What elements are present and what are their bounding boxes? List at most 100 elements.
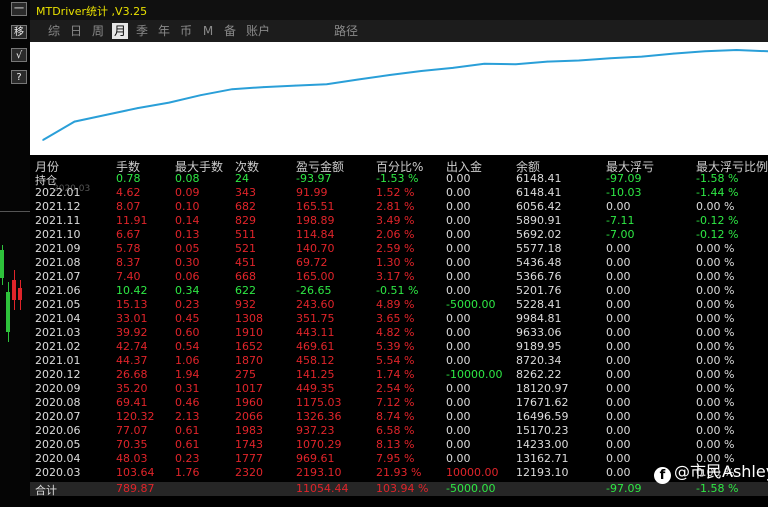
table-row[interactable]: 2020.06 77.07 0.61 1983 937.23 6.58 % 0.00 1517… [30, 424, 768, 438]
table-row[interactable]: 2021.06 10.42 0.34 622 -26.65 -0.51 % 0.00 5201… [30, 284, 768, 298]
table-row[interactable]: 2021.07 7.40 0.06 668 165.00 3.17 % 0.00 5366.7… [30, 270, 768, 284]
table-cell-deposit: 0.00 [446, 172, 471, 185]
tab-3[interactable]: 月 [112, 23, 128, 39]
table-header: 月份 手数 最大手数 次数 盈亏金额 百分比% 出入金 余额 最大浮亏 最大浮亏比例 [30, 158, 768, 174]
table-cell-deposit: 0.00 [446, 452, 471, 465]
tab-0[interactable]: 综 [46, 23, 62, 39]
table-cell-pct: 1.74 % [376, 368, 415, 381]
table-row[interactable]: 2021.01 44.37 1.06 1870 458.12 5.54 % 0.00 8720… [30, 354, 768, 368]
title-bar[interactable]: MTDriver统计 ,V3.25 [30, 0, 768, 20]
table-cell-ddpct: 0.00 % [696, 270, 735, 283]
table-cell-pnl: 969.61 [296, 452, 335, 465]
table-row[interactable]: 持仓 0.78 0.08 24 -93.97 -1.53 % 0.00 6148.41 -97.… [30, 172, 768, 187]
tab-6[interactable]: 币 [178, 23, 194, 39]
table-cell-balance: 15170.23 [516, 424, 569, 437]
table-cell-maxdd: 0.00 [606, 354, 631, 367]
equity-point [641, 55, 643, 58]
table-cell-pnl: -26.65 [296, 284, 332, 297]
table-cell-pct: 2.54 % [376, 382, 415, 395]
table-cell-deposit: 0.00 [446, 438, 471, 451]
table-cell-balance: 18120.97 [516, 382, 569, 395]
equity-point [199, 94, 202, 96]
table-cell-lots: 4.62 [116, 186, 141, 199]
table-row[interactable]: 2020.09 35.20 0.31 1017 449.35 2.54 % 0.00 1812… [30, 382, 768, 396]
table-cell-balance: 14233.00 [516, 438, 569, 451]
table-row[interactable]: 2021.11 11.91 0.14 829 198.89 3.49 % 0.00 5890.… [30, 214, 768, 228]
table-cell-maxdd: 0.00 [606, 452, 631, 465]
table-cell-count: 622 [235, 284, 256, 297]
table-row[interactable]: 2021.09 5.78 0.05 521 140.70 2.59 % 0.00 5577.1… [30, 242, 768, 256]
table-cell-month: 2021.08 [35, 256, 81, 269]
table-cell-deposit: 0.00 [446, 340, 471, 353]
tab-5[interactable]: 年 [156, 23, 172, 39]
table-cell-ddpct: 0.00 % [696, 256, 735, 269]
equity-point [704, 50, 706, 53]
table-cell-deposit: -5000.00 [446, 298, 496, 311]
table-cell-pnl: 1326.36 [296, 410, 342, 423]
table-cell-maxdd: 0.00 [606, 284, 631, 297]
table-row[interactable]: 2021.03 39.92 0.60 1910 443.11 4.82 % 0.00 9633… [30, 326, 768, 340]
table-cell-maxlots: 0.10 [175, 200, 200, 213]
table-row[interactable]: 2020.08 69.41 0.46 1960 1175.03 7.12 % 0.00 176… [30, 396, 768, 410]
table-row[interactable]: 2022.01 4.62 0.09 343 91.99 1.52 % 0.00 6148.41… [30, 186, 768, 200]
table-row[interactable]: 2021.12 8.07 0.10 682 165.51 2.81 % 0.00 6056.4… [30, 200, 768, 214]
minimize-button[interactable]: 一 [11, 2, 27, 16]
tab-9[interactable]: 账户 [244, 23, 272, 39]
table-cell-maxdd: 0.00 [606, 242, 631, 255]
left-toolbar: 一 移 √ ? [0, 0, 30, 507]
table-cell-count: 2320 [235, 466, 263, 479]
table-cell-lots: 70.35 [116, 438, 148, 451]
tab-4[interactable]: 季 [134, 23, 150, 39]
table-cell-count: 1777 [235, 452, 263, 465]
table-cell-maxdd: 0.00 [606, 466, 631, 479]
table-cell-balance: 5201.76 [516, 284, 562, 297]
table-cell-balance: 5228.41 [516, 298, 562, 311]
table-cell-deposit: 0.00 [446, 410, 471, 423]
tab-1[interactable]: 日 [68, 23, 84, 39]
equity-chart-svg [42, 48, 768, 141]
table-cell-count: 1017 [235, 382, 263, 395]
table-cell-count: 343 [235, 186, 256, 199]
table-cell-lots: 39.92 [116, 326, 148, 339]
table-row[interactable]: 2021.04 33.01 0.45 1308 351.75 3.65 % 0.00 9984… [30, 312, 768, 326]
table-cell-maxlots: 0.34 [175, 284, 200, 297]
table-cell-month: 2021.11 [35, 214, 81, 227]
total-cell-lots: 789.87 [116, 482, 155, 495]
table-row[interactable]: 2020.07 120.32 2.13 2066 1326.36 8.74 % 0.00 16… [30, 410, 768, 424]
table-cell-deposit: 0.00 [446, 424, 471, 437]
equity-point [73, 120, 76, 123]
table-cell-lots: 10.42 [116, 284, 148, 297]
table-row[interactable]: 2021.08 8.37 0.30 451 69.72 1.30 % 0.00 5436.48… [30, 256, 768, 270]
table-row[interactable]: 2021.02 42.74 0.54 1652 469.61 5.39 % 0.00 9189… [30, 340, 768, 354]
table-cell-maxlots: 0.30 [175, 256, 200, 269]
equity-point [609, 57, 612, 60]
equity-line [42, 48, 768, 141]
equity-point [735, 49, 738, 51]
table-cell-pct: 3.65 % [376, 312, 415, 325]
move-button[interactable]: 移 [11, 25, 27, 39]
tab-10[interactable]: 路径 [332, 23, 360, 39]
equity-point [483, 63, 486, 65]
table-cell-deposit: 0.00 [446, 326, 471, 339]
table-cell-count: 1870 [235, 354, 263, 367]
tab-2[interactable]: 周 [90, 23, 106, 39]
table-cell-maxlots: 0.23 [175, 452, 200, 465]
table-cell-month: 2021.04 [35, 312, 81, 325]
stats-window: MTDriver统计 ,V3.25 综日周月季年币 M 备账户 路径 2020.03 … [30, 0, 768, 507]
table-row[interactable]: 2020.12 26.68 1.94 275 141.25 1.74 % -10000.00… [30, 368, 768, 382]
table-row[interactable]: 2020.05 70.35 0.61 1743 1070.29 8.13 % 0.00 142… [30, 438, 768, 452]
table-cell-balance: 13162.71 [516, 452, 569, 465]
table-cell-maxdd: 0.00 [606, 438, 631, 451]
tab-8[interactable]: 备 [222, 23, 238, 39]
tab-7[interactable]: M [202, 23, 214, 39]
check-button[interactable]: √ [11, 48, 27, 62]
table-row[interactable]: 2021.10 6.67 0.13 511 114.84 2.06 % 0.00 5692.0… [30, 228, 768, 242]
table-cell-lots: 8.37 [116, 256, 141, 269]
table-cell-pct: 2.81 % [376, 200, 415, 213]
table-cell-deposit: 0.00 [446, 186, 471, 199]
table-cell-count: 829 [235, 214, 256, 227]
table-cell-balance: 6148.41 [516, 186, 562, 199]
table-row[interactable]: 2021.05 15.13 0.23 932 243.60 4.89 % -5000.00 5… [30, 298, 768, 312]
help-button[interactable]: ? [11, 70, 27, 84]
table-cell-maxlots: 0.13 [175, 228, 200, 241]
